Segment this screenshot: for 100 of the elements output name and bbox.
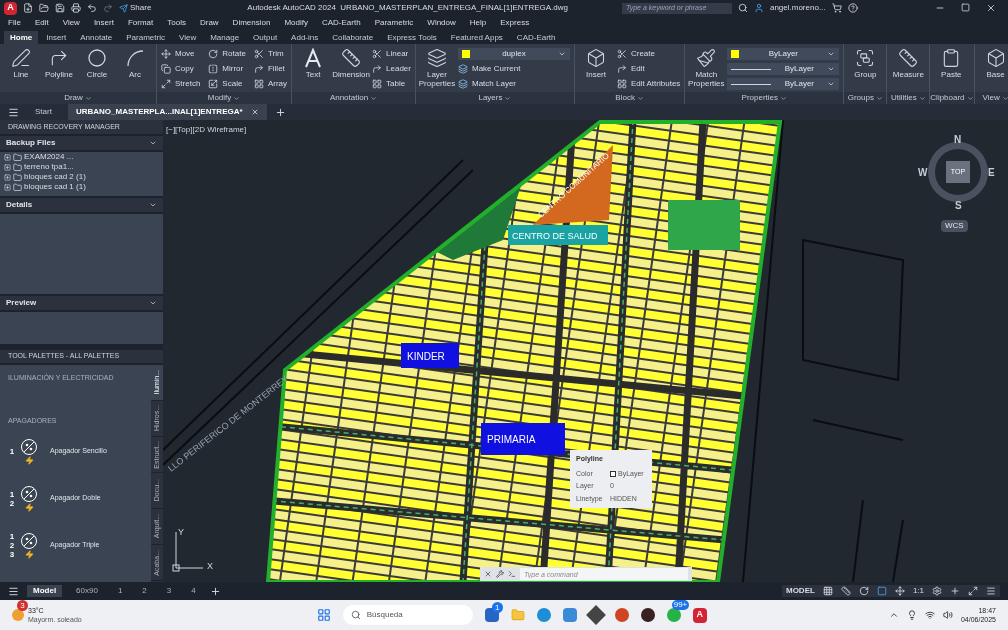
ribbon-tab[interactable]: Parametric bbox=[120, 31, 171, 44]
dropdown[interactable]: ByLayer bbox=[727, 78, 840, 90]
ribbon-tool-button[interactable]: Leader bbox=[372, 63, 411, 75]
ribbon-tool-button[interactable]: Line bbox=[4, 48, 38, 79]
ribbon-tab[interactable]: Add-ins bbox=[285, 31, 325, 44]
new-icon[interactable] bbox=[23, 3, 33, 13]
ribbon-tab[interactable]: Featured Apps bbox=[444, 31, 509, 44]
panel-title[interactable]: Utilities bbox=[887, 92, 930, 104]
media-player-icon[interactable] bbox=[640, 608, 655, 622]
menu-item[interactable]: CAD-Earth bbox=[321, 17, 361, 29]
tree-item[interactable]: bloques cad 2 (1) bbox=[4, 172, 159, 182]
ruler-icon[interactable] bbox=[840, 586, 851, 596]
menu-item[interactable]: View bbox=[62, 17, 80, 29]
maximize-icon[interactable] bbox=[961, 3, 970, 12]
ribbon-tool-button[interactable]: Trim bbox=[253, 48, 288, 60]
ribbon-tab[interactable]: Insert bbox=[40, 31, 73, 44]
open-icon[interactable] bbox=[39, 3, 49, 13]
layout-tab[interactable]: 4 bbox=[185, 585, 202, 597]
ribbon-tool-button[interactable]: Stretch bbox=[161, 78, 201, 90]
panel-title[interactable]: Clipboard bbox=[930, 92, 974, 104]
tree-item[interactable]: terreno tpa1... bbox=[4, 162, 159, 172]
panel-title[interactable]: View bbox=[974, 92, 1008, 104]
menu-item[interactable]: Help bbox=[469, 17, 487, 29]
ribbon-tool-button[interactable]: Layer Properties bbox=[419, 48, 454, 88]
dropdown[interactable]: duplex bbox=[457, 48, 570, 60]
ribbon-tool-button[interactable]: Linear bbox=[372, 48, 411, 60]
ribbon-tool-button[interactable]: Table bbox=[372, 78, 411, 90]
ribbon-tool-button[interactable]: Mirror bbox=[208, 63, 246, 75]
menu-item[interactable]: Tools bbox=[167, 17, 186, 29]
plus-icon[interactable] bbox=[950, 586, 960, 596]
ribbon-tab[interactable]: Collaborate bbox=[326, 31, 380, 44]
ribbon-tool-button[interactable]: Insert bbox=[578, 48, 613, 79]
panel-title[interactable]: Draw bbox=[0, 92, 156, 104]
layout-tab[interactable]: 2 bbox=[136, 585, 153, 597]
ribbon-tool-button[interactable]: Polyline bbox=[42, 48, 76, 79]
ribbon-tool-button[interactable]: Copy bbox=[161, 63, 201, 75]
ribbon-tool-button[interactable]: Paste bbox=[934, 48, 969, 79]
help-icon[interactable] bbox=[847, 3, 858, 13]
cart-icon[interactable] bbox=[831, 3, 842, 13]
ribbon-tool-button[interactable]: Array bbox=[253, 78, 288, 90]
taskbar-search[interactable]: Búsqueda bbox=[342, 605, 473, 625]
panel-title[interactable]: Modify bbox=[157, 92, 292, 104]
menu-item[interactable]: Modify bbox=[284, 17, 308, 29]
ribbon-tool-button[interactable]: Base bbox=[978, 48, 1008, 79]
store-icon[interactable] bbox=[484, 608, 499, 622]
layout-tab[interactable]: Model bbox=[27, 585, 63, 597]
file-tab[interactable]: URBANO_MASTERPLA...INAL[1]ENTREGA* bbox=[67, 104, 267, 120]
chat-icon[interactable] bbox=[666, 608, 681, 622]
menu-item[interactable]: Dimension bbox=[232, 17, 271, 29]
expand-icon[interactable] bbox=[4, 173, 11, 181]
layout-tab[interactable]: 60x90 bbox=[70, 585, 104, 597]
save-icon[interactable] bbox=[55, 3, 65, 13]
close-icon[interactable] bbox=[986, 3, 996, 13]
ribbon-tab[interactable]: CAD-Earth bbox=[510, 31, 562, 44]
ribbon-tool-button[interactable]: Match Properties bbox=[689, 48, 724, 88]
selection-icon[interactable] bbox=[876, 586, 887, 596]
polar-icon[interactable] bbox=[858, 586, 869, 596]
panel-header[interactable]: Backup Files bbox=[0, 136, 163, 150]
app-icon[interactable] bbox=[562, 608, 577, 622]
ribbon-tab[interactable]: Manage bbox=[204, 31, 246, 44]
autocad-taskbar-icon[interactable]: A bbox=[692, 607, 707, 623]
panel-title[interactable]: Annotation bbox=[292, 92, 415, 104]
panel-title[interactable]: Layers bbox=[415, 92, 574, 104]
ribbon-tab[interactable]: View bbox=[172, 31, 203, 44]
layout-tab[interactable]: 3 bbox=[160, 585, 178, 597]
panel-title[interactable]: Block bbox=[574, 92, 685, 104]
redo-icon[interactable] bbox=[103, 3, 113, 13]
expand-icon[interactable] bbox=[4, 163, 11, 171]
move-icon[interactable] bbox=[894, 586, 905, 596]
menu-icon[interactable] bbox=[8, 106, 19, 118]
browser-icon[interactable] bbox=[536, 608, 551, 622]
search-icon[interactable] bbox=[737, 3, 748, 13]
undo-icon[interactable] bbox=[87, 3, 97, 13]
ribbon-tool-button[interactable]: Circle bbox=[80, 48, 114, 79]
tray-icon[interactable] bbox=[906, 610, 917, 620]
start-icon[interactable] bbox=[316, 608, 331, 622]
expand-icon[interactable] bbox=[4, 183, 11, 191]
ribbon-tool-button[interactable]: Measure bbox=[891, 48, 926, 79]
ribbon-tab[interactable]: Express Tools bbox=[381, 31, 443, 44]
ribbon-tool-button[interactable]: Match Layer bbox=[457, 78, 570, 90]
layout-tab[interactable]: 1 bbox=[111, 585, 129, 597]
ribbon-tool-button[interactable]: Move bbox=[161, 48, 201, 60]
expand-icon[interactable] bbox=[4, 153, 11, 161]
ribbon-tool-button[interactable]: Group bbox=[848, 48, 883, 79]
tray-expand-icon[interactable] bbox=[888, 610, 899, 620]
ribbon-tool-button[interactable]: Edit bbox=[616, 63, 681, 75]
menu-item[interactable]: Window bbox=[427, 17, 456, 29]
close-icon[interactable] bbox=[484, 570, 492, 578]
ribbon-tool-button[interactable]: Dimension bbox=[334, 48, 369, 79]
dropdown[interactable]: ByLayer bbox=[727, 63, 840, 75]
add-layout-icon[interactable] bbox=[209, 585, 221, 597]
panel-header[interactable]: Details bbox=[0, 198, 163, 212]
ribbon-tool-button[interactable]: Fillet bbox=[253, 63, 288, 75]
annotation-scale-button[interactable]: 1:1 bbox=[912, 585, 924, 597]
wrench-icon[interactable] bbox=[496, 570, 504, 578]
user-name[interactable]: angel.moreno... bbox=[769, 2, 826, 14]
dropdown[interactable]: ByLayer bbox=[727, 48, 840, 60]
menu-icon[interactable] bbox=[8, 585, 19, 597]
panel-header[interactable]: Preview bbox=[0, 296, 163, 310]
menu-item[interactable]: Format bbox=[127, 17, 154, 29]
